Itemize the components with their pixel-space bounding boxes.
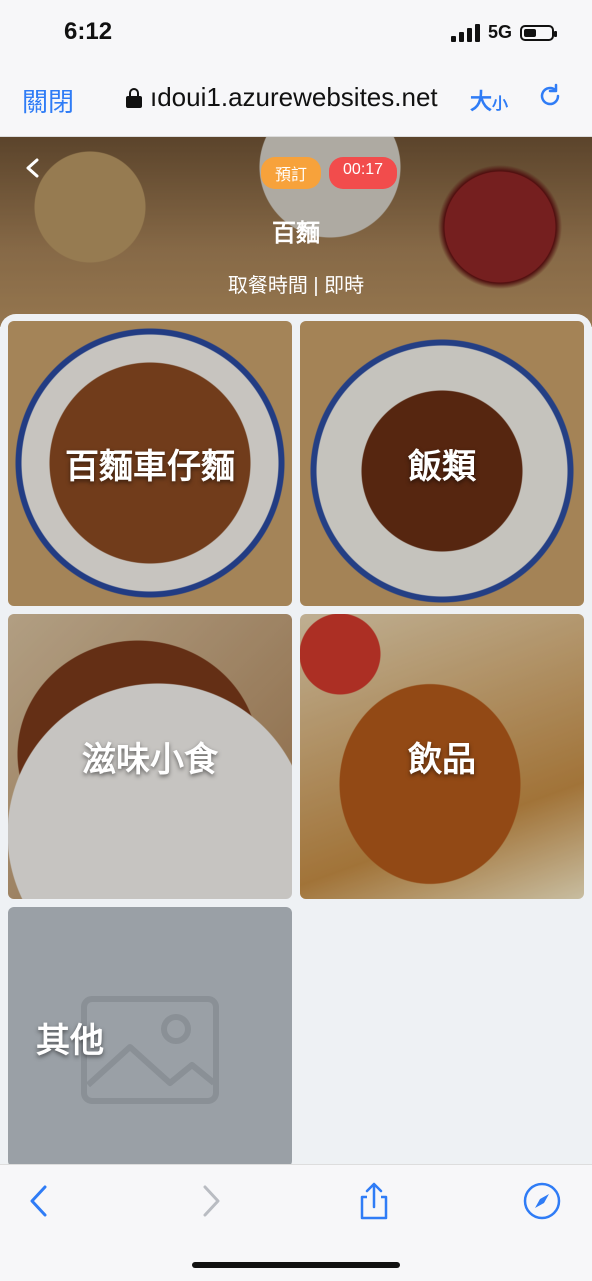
reserve-badge: 預訂 (261, 157, 322, 189)
network-label: 5G (487, 22, 512, 42)
category-tile-others[interactable]: 其他 (8, 907, 292, 1164)
category-label: 百麵車仔麵 (65, 448, 235, 486)
timer-badge: 00:17 (329, 157, 398, 189)
pickup-time[interactable]: 取餐時間 | 即時 (0, 269, 592, 298)
browser-url-bar: 關閉 ıdoui1.azurewebsites.net 大小 (0, 64, 592, 137)
text-size-small: 小 (492, 96, 509, 113)
status-icons: 5G (450, 22, 557, 43)
text-size-button[interactable]: 大小 (470, 84, 508, 116)
close-button[interactable]: 關閉 (22, 82, 74, 119)
category-tile-drinks[interactable]: 飲品 (300, 614, 584, 899)
address-field[interactable]: ıdoui1.azurewebsites.net (126, 82, 438, 113)
category-tile-noodles[interactable]: 百麵車仔麵 (8, 321, 292, 606)
signal-icon (450, 23, 480, 42)
category-tile-snacks[interactable]: 滋味小食 (8, 614, 292, 899)
store-header: 預訂 00:17 百麵 取餐時間 | 即時 (0, 137, 592, 327)
category-grid: 百麵車仔麵 飯類 滋味小食 飲品 其他 (0, 314, 592, 1164)
battery-icon (520, 24, 557, 41)
category-label: 飯類 (408, 448, 476, 486)
category-label: 其他 (36, 1021, 104, 1060)
category-label: 飲品 (408, 741, 476, 779)
share-icon[interactable] (354, 1181, 394, 1221)
category-label: 滋味小食 (82, 741, 218, 779)
reload-icon[interactable] (536, 82, 564, 110)
nav-back-icon[interactable] (20, 1181, 60, 1221)
nav-forward-icon[interactable] (190, 1181, 230, 1221)
lock-icon (126, 87, 142, 108)
category-tile-rice[interactable]: 飯類 (300, 321, 584, 606)
compass-icon[interactable] (522, 1181, 562, 1221)
header-badges: 預訂 00:17 (261, 157, 398, 189)
status-time: 6:12 (64, 18, 113, 45)
home-indicator (192, 1262, 400, 1268)
url-text: ıdoui1.azurewebsites.net (150, 82, 438, 112)
back-icon[interactable] (22, 157, 44, 179)
text-size-large: 大 (470, 89, 493, 114)
status-bar: 6:12 5G (0, 0, 592, 64)
store-name: 百麵 (272, 220, 320, 247)
